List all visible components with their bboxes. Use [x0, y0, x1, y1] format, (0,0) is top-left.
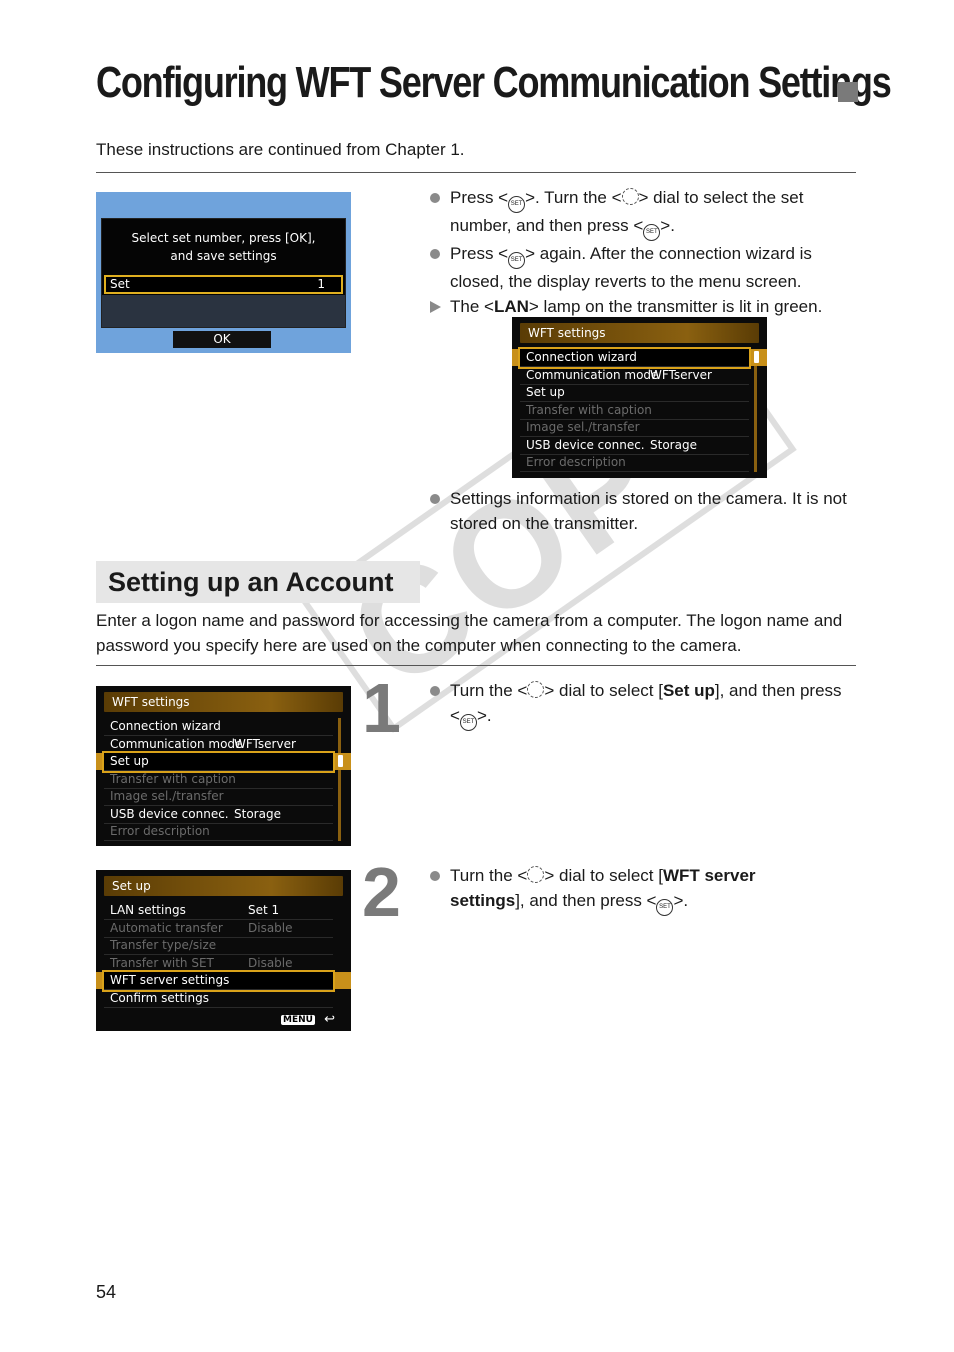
menu-item[interactable]: Communication mode WFTserver — [520, 367, 749, 385]
intro-text: These instructions are continued from Ch… — [96, 140, 465, 159]
menu-item[interactable]: Transfer with caption — [520, 402, 749, 420]
menu-item-label: Set up — [526, 385, 565, 399]
bullet-icon — [430, 871, 440, 881]
page-title: Configuring WFT Server Communication Set… — [96, 58, 892, 107]
menu-item[interactable]: Error description — [104, 823, 333, 841]
menu-button-icon[interactable]: MENU — [281, 1015, 315, 1025]
menu-item[interactable]: Image sel./transfer — [520, 419, 749, 437]
step-number: 1 — [362, 669, 401, 747]
menu-item[interactable]: Connection wizard — [104, 718, 333, 736]
menu-item-label: Transfer type/size — [110, 938, 217, 952]
set-button-icon: SET — [459, 714, 477, 731]
dial-icon — [527, 866, 545, 883]
step-1-instruction: Turn the < > dial to select [Set up], and… — [426, 678, 856, 731]
menu-item-label: Error description — [526, 455, 626, 469]
step-2-instruction: Turn the < > dial to select [WFT server s… — [426, 863, 806, 916]
section-heading: Setting up an Account — [96, 561, 420, 603]
instruction-item: Press < SET > again. After the connection … — [426, 241, 856, 294]
divider — [96, 172, 856, 173]
menu-item-label: Transfer with SET — [110, 955, 214, 970]
menu-item[interactable]: USB device connec. Storage — [520, 437, 749, 455]
menu-item-label: Set up — [110, 754, 149, 768]
bullet-icon — [430, 686, 440, 696]
result-item: The <LAN> lamp on the transmitter is lit… — [426, 294, 856, 319]
return-icon: ↩ — [324, 1012, 335, 1027]
step-number: 2 — [362, 853, 401, 931]
settings-note: Settings information is stored on the ca… — [426, 486, 856, 536]
bullet-icon — [430, 193, 440, 203]
dialog-empty-area — [102, 295, 345, 327]
menu-item-label: Transfer with caption — [110, 771, 236, 786]
menu-item-label: WFT server settings — [110, 973, 230, 987]
menu-item-value: Disable — [248, 955, 293, 970]
scrollbar-thumb[interactable] — [754, 351, 759, 363]
menu-header: WFT settings — [104, 692, 343, 712]
bullet-icon — [430, 494, 440, 504]
menu-item-label: Error description — [110, 824, 210, 838]
menu-item-value: Storage — [234, 806, 281, 821]
menu-item[interactable]: Error description — [520, 454, 749, 472]
menu-item-value: Disable — [248, 920, 293, 935]
set-number-dialog-screen: Select set number, press [OK], and save … — [96, 192, 351, 353]
menu-item[interactable]: Image sel./transfer — [104, 788, 333, 806]
instruction-list: Press < SET >. Turn the < > dial to select … — [426, 185, 856, 319]
menu-item-value: Storage — [650, 437, 697, 452]
scrollbar-thumb[interactable] — [338, 755, 343, 767]
wft-settings-screen: WFT settings Connection wizard Communicati… — [512, 317, 767, 478]
instruction-item: Press < SET >. Turn the < > dial to select … — [426, 185, 856, 241]
menu-item[interactable]: Transfer type/size — [104, 937, 333, 955]
dial-icon — [527, 681, 545, 698]
menu-item-value: WFTserver — [234, 736, 296, 751]
scrollbar[interactable] — [754, 349, 757, 472]
menu-item-value: Set 1 — [248, 903, 280, 917]
bullet-icon — [430, 249, 440, 259]
dialog-message: Select set number, press [OK], and save … — [131, 231, 316, 263]
wft-settings-screen-step1: WFT settings Connection wizard Communicati… — [96, 686, 351, 846]
set-number-field[interactable]: Set 1 — [104, 275, 343, 294]
section-marker-icon — [838, 82, 858, 102]
menu-item[interactable]: Communication mode WFTserver — [104, 736, 333, 754]
ok-button[interactable]: OK — [173, 331, 271, 348]
menu-item[interactable]: Connection wizard — [518, 347, 751, 369]
menu-item-label: Image sel./transfer — [526, 420, 640, 434]
menu-item-label: USB device connec. — [526, 437, 645, 452]
set-button-icon: SET — [656, 899, 674, 916]
menu-item-label: Connection wizard — [110, 719, 221, 733]
section-intro: Enter a logon name and password for acce… — [96, 611, 843, 655]
menu-item[interactable]: Confirm settings — [104, 990, 333, 1008]
menu-item[interactable]: Transfer with caption — [104, 771, 333, 789]
menu-item[interactable]: Transfer with SET Disable — [104, 955, 333, 973]
scrollbar[interactable] — [338, 718, 341, 841]
menu-item[interactable]: USB device connec. Storage — [104, 806, 333, 824]
setup-screen-step2: Set up LAN settings Set 1 Automatic transfe… — [96, 870, 351, 1031]
divider — [96, 665, 856, 666]
menu-item-label: Communication mode — [110, 736, 243, 751]
menu-item[interactable]: LAN settings Set 1 — [104, 902, 333, 920]
menu-item[interactable]: Set up — [102, 751, 335, 773]
page-number: 54 — [96, 1282, 117, 1302]
menu-item-label: Connection wizard — [526, 350, 637, 364]
menu-item-label: LAN settings — [110, 903, 186, 917]
menu-item-value: WFTserver — [650, 367, 712, 382]
menu-item-label: Image sel./transfer — [110, 789, 224, 803]
menu-item-label: USB device connec. — [110, 806, 229, 821]
menu-item-label: Automatic transfer — [110, 920, 223, 935]
set-button-icon: SET — [643, 224, 661, 241]
menu-item-label: Transfer with caption — [526, 402, 652, 417]
menu-item-label: Confirm settings — [110, 990, 209, 1005]
menu-header: Set up — [104, 876, 343, 896]
menu-item[interactable]: Set up — [520, 384, 749, 402]
menu-item-label: Communication mode — [526, 367, 659, 382]
dial-icon — [621, 188, 639, 205]
menu-header: WFT settings — [520, 323, 759, 343]
menu-item[interactable]: WFT server settings — [102, 970, 335, 992]
result-arrow-icon — [430, 301, 441, 313]
set-button-icon: SET — [508, 196, 526, 213]
menu-item[interactable]: Automatic transfer Disable — [104, 920, 333, 938]
set-button-icon: SET — [508, 252, 526, 269]
